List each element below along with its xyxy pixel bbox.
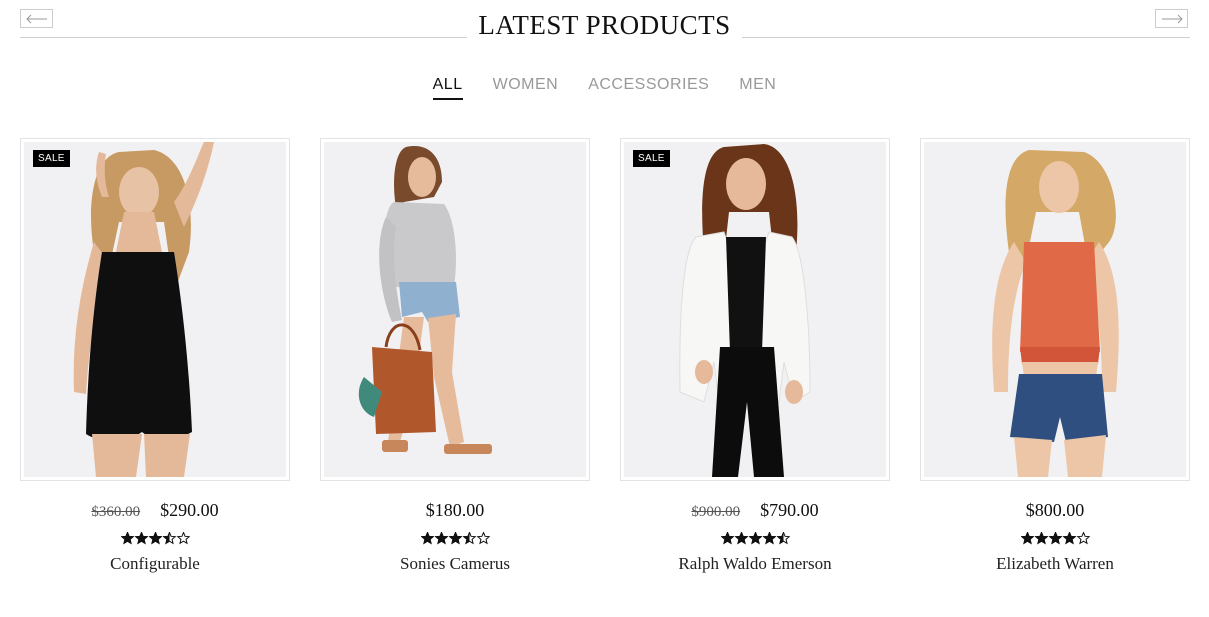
star-icon bbox=[1076, 532, 1090, 545]
sale-badge: SALE bbox=[633, 150, 670, 167]
star-filled-icon bbox=[120, 532, 134, 545]
price-block: $900.00 $790.00 bbox=[620, 500, 890, 524]
arrow-left-icon bbox=[25, 14, 47, 23]
header-divider-left bbox=[20, 37, 467, 38]
price-block: $180.00 bbox=[320, 500, 590, 524]
product-name[interactable]: Elizabeth Warren bbox=[920, 554, 1190, 574]
old-price: $900.00 bbox=[691, 504, 741, 520]
product-name[interactable]: Sonies Camerus bbox=[320, 554, 590, 574]
star-filled-icon bbox=[1048, 532, 1062, 545]
section-header: LATEST PRODUCTS bbox=[20, 0, 1190, 60]
product-name[interactable]: Ralph Waldo Emerson bbox=[620, 554, 890, 574]
product-image-link[interactable]: SALE bbox=[620, 138, 890, 481]
product-photo-woman-black-romper bbox=[24, 142, 286, 477]
sale-badge: SALE bbox=[33, 150, 70, 167]
star-filled-icon bbox=[134, 532, 148, 545]
star-filled-icon bbox=[1034, 532, 1048, 545]
carousel-next-button[interactable] bbox=[1155, 9, 1188, 28]
rating-stars bbox=[920, 530, 1190, 546]
product-grid: SALE $360.00 $290.00 Configurable $180.0… bbox=[20, 138, 1190, 598]
category-tabs: ALL WOMEN ACCESSORIES MEN bbox=[0, 76, 1209, 100]
star-filled-icon bbox=[1062, 532, 1076, 545]
price: $180.00 bbox=[425, 500, 485, 520]
star-icon bbox=[476, 532, 490, 545]
header-divider-right bbox=[742, 37, 1190, 38]
price: $790.00 bbox=[760, 500, 819, 520]
product-image-link[interactable] bbox=[920, 138, 1190, 481]
arrow-right-icon bbox=[1161, 14, 1183, 23]
star-filled-icon bbox=[448, 532, 462, 545]
section-title: LATEST PRODUCTS bbox=[478, 10, 731, 40]
tab-accessories[interactable]: ACCESSORIES bbox=[588, 76, 709, 100]
product-image-link[interactable]: SALE bbox=[20, 138, 290, 481]
price: $290.00 bbox=[160, 500, 219, 520]
star-filled-icon bbox=[148, 532, 162, 545]
star-filled-icon bbox=[1020, 532, 1034, 545]
rating-stars bbox=[320, 530, 590, 546]
carousel-prev-button[interactable] bbox=[20, 9, 53, 28]
product-card: $180.00 Sonies Camerus bbox=[320, 138, 590, 574]
star-filled-icon bbox=[434, 532, 448, 545]
tab-women[interactable]: WOMEN bbox=[493, 76, 559, 100]
product-name[interactable]: Configurable bbox=[20, 554, 290, 574]
tab-men[interactable]: MEN bbox=[739, 76, 776, 100]
product-photo-woman-orange-top bbox=[924, 142, 1186, 477]
star-filled-icon bbox=[734, 532, 748, 545]
tab-all[interactable]: ALL bbox=[432, 76, 463, 100]
product-card: SALE $900.00 $790.00 Ralph Waldo Emerson bbox=[620, 138, 890, 574]
product-card: SALE $360.00 $290.00 Configurable bbox=[20, 138, 290, 574]
star-filled-icon bbox=[720, 532, 734, 545]
star-filled-icon bbox=[748, 532, 762, 545]
rating-stars bbox=[620, 530, 890, 546]
star-filled-icon bbox=[420, 532, 434, 545]
product-card: $800.00 Elizabeth Warren bbox=[920, 138, 1190, 574]
price: $800.00 bbox=[1025, 500, 1085, 520]
product-photo-woman-white-blazer bbox=[624, 142, 886, 477]
price-block: $360.00 $290.00 bbox=[20, 500, 290, 524]
old-price: $360.00 bbox=[91, 504, 141, 520]
price-block: $800.00 bbox=[920, 500, 1190, 524]
rating-stars bbox=[20, 530, 290, 546]
star-filled-icon bbox=[762, 532, 776, 545]
star-icon bbox=[176, 532, 190, 545]
product-image-link[interactable] bbox=[320, 138, 590, 481]
product-photo-woman-grey-sweater bbox=[324, 142, 586, 477]
